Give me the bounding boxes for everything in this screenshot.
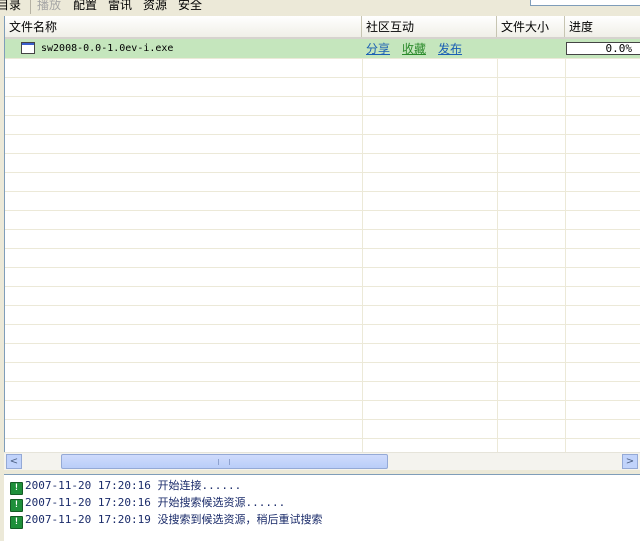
column-header-progress[interactable]: 进度: [565, 16, 640, 37]
chevron-left-icon: <: [9, 456, 19, 467]
grid-line: [565, 39, 566, 452]
progress-bar: 0.0%: [566, 42, 640, 55]
log-entry: ! 2007-11-20 17:20:19 没搜索到候选资源，稍后重试搜索: [10, 511, 323, 529]
progress-text: 0.0%: [605, 42, 633, 55]
favorite-link[interactable]: 收藏: [402, 41, 426, 57]
file-icon: [21, 42, 35, 54]
log-panel: ! 2007-11-20 17:20:16 开始连接...... ! 2007-11…: [4, 474, 640, 542]
menu-item-thunder-news[interactable]: 雷讯: [108, 0, 132, 13]
column-header-size[interactable]: 文件大小: [497, 16, 565, 37]
grid-line: [5, 381, 640, 382]
grid-line: [5, 343, 640, 344]
grid-line: [5, 267, 640, 268]
grip-icon: [218, 459, 230, 465]
grid-line: [5, 362, 640, 363]
log-text: 2007-11-20 17:20:19 没搜索到候选资源，稍后重试搜索: [25, 513, 323, 526]
grid-line: [5, 305, 640, 306]
grid-line: [5, 172, 640, 173]
grid-line: [362, 39, 363, 452]
horizontal-scrollbar[interactable]: < >: [4, 452, 640, 470]
menubar: 目录 播放 配置 雷讯 资源 安全: [0, 0, 640, 16]
grid-line: [5, 153, 640, 154]
column-header-filename[interactable]: 文件名称: [5, 16, 362, 37]
publish-link[interactable]: 发布: [438, 41, 462, 57]
menu-separator: [30, 0, 31, 14]
log-text: 2007-11-20 17:20:16 开始连接......: [25, 479, 242, 492]
list-header: 文件名称 社区互动 文件大小 进度: [5, 16, 640, 39]
share-link[interactable]: 分享: [366, 41, 390, 57]
grid-line: [5, 210, 640, 211]
menu-item-security[interactable]: 安全: [178, 0, 202, 13]
log-text: 2007-11-20 17:20:16 开始搜索候选资源......: [25, 496, 286, 509]
menu-item-directory[interactable]: 目录: [0, 0, 21, 13]
menu-item-play[interactable]: 播放: [37, 0, 61, 13]
scroll-thumb[interactable]: [61, 454, 388, 469]
info-icon: !: [10, 516, 23, 529]
log-entry: ! 2007-11-20 17:20:16 开始连接......: [10, 477, 242, 495]
grid-line: [5, 400, 640, 401]
column-header-community[interactable]: 社区互动: [362, 16, 497, 37]
search-input[interactable]: [530, 0, 640, 6]
filename-cell: sw2008-0.0-1.0ev-i.exe: [41, 43, 174, 54]
grid-line: [497, 39, 498, 452]
grid-line: [5, 96, 640, 97]
menu-item-resources[interactable]: 资源: [143, 0, 167, 13]
grid-line: [5, 58, 640, 59]
scroll-right-button[interactable]: >: [622, 454, 638, 469]
chevron-right-icon: >: [625, 456, 635, 467]
download-list[interactable]: 文件名称 社区互动 文件大小 进度 sw2008-0.0-1.0ev-i.exe…: [4, 16, 640, 470]
grid-line: [5, 248, 640, 249]
scroll-left-button[interactable]: <: [6, 454, 22, 469]
grid-line: [5, 324, 640, 325]
menu-item-config[interactable]: 配置: [73, 0, 97, 13]
grid-line: [5, 115, 640, 116]
grid-line: [5, 229, 640, 230]
grid-line: [5, 438, 640, 439]
grid-line: [5, 191, 640, 192]
grid-line: [5, 77, 640, 78]
log-entry: ! 2007-11-20 17:20:16 开始搜索候选资源......: [10, 494, 286, 512]
grid-line: [5, 419, 640, 420]
grid-line: [5, 286, 640, 287]
grid-line: [5, 134, 640, 135]
